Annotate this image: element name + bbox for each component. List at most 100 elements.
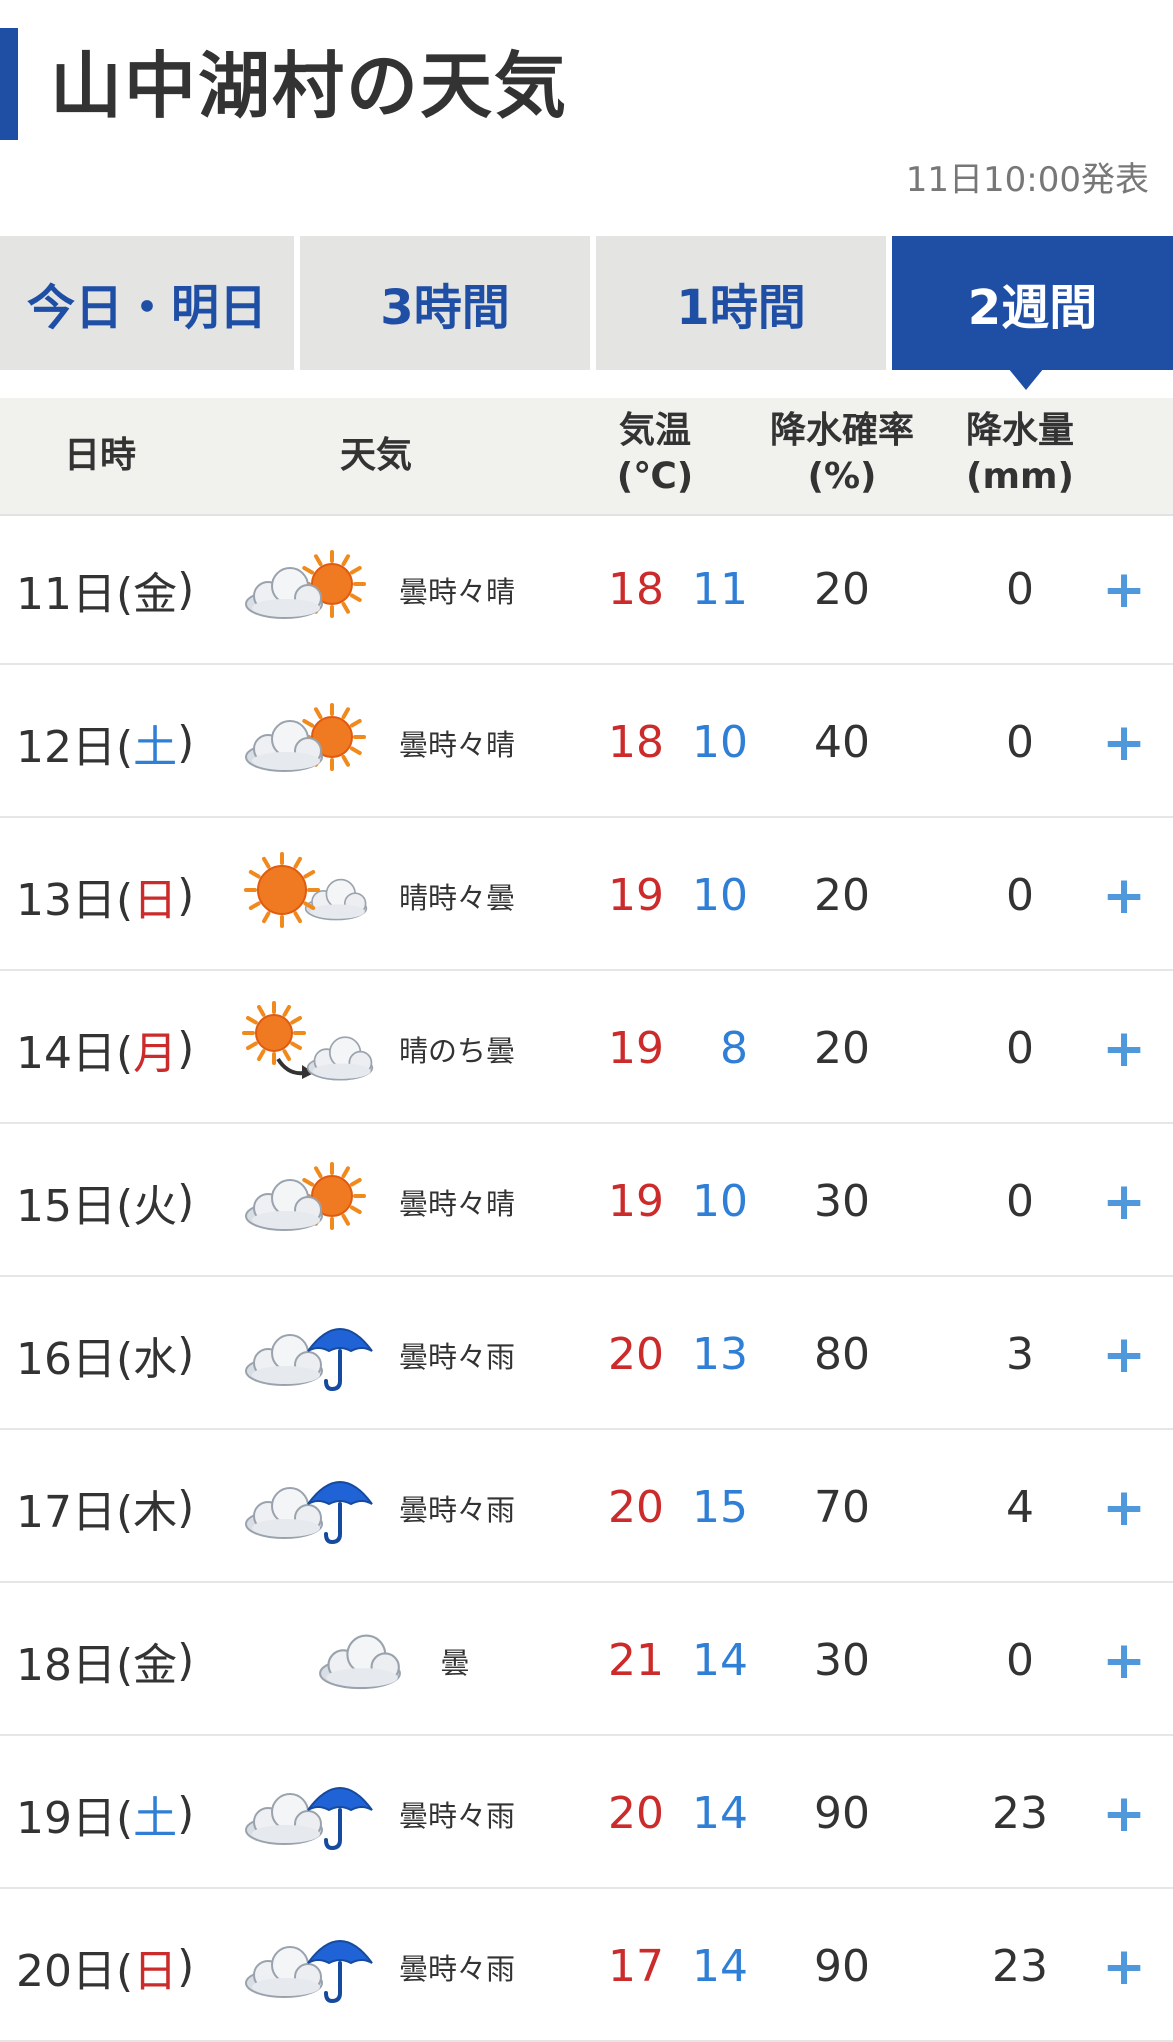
row-date-day: 12日( xyxy=(16,721,134,773)
issued-time: 11日10:00発表 xyxy=(905,160,1149,200)
row-date: 20日(日) xyxy=(16,1891,194,2042)
row-high-temp: 19 xyxy=(608,1023,664,1074)
row-precip-amount: 0 xyxy=(1006,1635,1034,1686)
row-high-temp: 20 xyxy=(608,1482,664,1533)
table-row: 18日(金) 曇 21 14 30 0 + xyxy=(0,1585,1173,1736)
row-precip-amount: 0 xyxy=(1006,1023,1034,1074)
row-weekday: 金 xyxy=(133,1639,178,1691)
row-expand-button[interactable]: + xyxy=(1094,514,1154,665)
title-bar: 山中湖村の天気 xyxy=(0,0,1173,160)
row-expand-button[interactable]: + xyxy=(1094,1585,1154,1736)
row-low-temp: 11 xyxy=(692,564,748,615)
row-date: 16日(水) xyxy=(16,1279,194,1430)
row-date: 11日(金) xyxy=(16,514,194,665)
row-high-temp: 18 xyxy=(608,564,664,615)
sunny-then-cloudy-icon xyxy=(240,973,380,1124)
row-expand-button[interactable]: + xyxy=(1094,973,1154,1124)
row-weather-text: 曇時々雨 xyxy=(398,1492,515,1527)
row-date-day: 14日( xyxy=(16,1027,134,1079)
row-date: 17日(木) xyxy=(16,1432,194,1583)
row-date-close: ) xyxy=(177,717,195,768)
header-amount: 降水量 (mm) xyxy=(950,408,1090,500)
row-precip-probability: 20 xyxy=(814,564,870,615)
row-expand-button[interactable]: + xyxy=(1094,1279,1154,1430)
row-high-temp: 19 xyxy=(608,1176,664,1227)
row-precip-amount: 0 xyxy=(1006,717,1034,768)
table-row: 16日(水) 曇時々雨 20 13 80 3 + xyxy=(0,1279,1173,1430)
tab-1hour[interactable]: 1時間 xyxy=(596,236,886,370)
page-title: 山中湖村の天気 xyxy=(50,44,569,128)
table-row: 11日(金) 曇時々晴 18 11 20 0 + xyxy=(0,514,1173,665)
row-weather-text: 曇時々晴 xyxy=(398,727,515,762)
header-pop: 降水確率 (%) xyxy=(762,408,922,500)
header-pop-unit: (%) xyxy=(807,456,877,497)
row-low-temp: 10 xyxy=(692,1176,748,1227)
row-date-close: ) xyxy=(177,1635,195,1686)
row-high-temp: 18 xyxy=(608,717,664,768)
row-weather-text: 曇時々晴 xyxy=(398,574,515,609)
row-precip-amount: 23 xyxy=(992,1941,1048,1992)
row-date-day: 18日( xyxy=(16,1639,134,1691)
row-expand-button[interactable]: + xyxy=(1094,1126,1154,1277)
table-header: 日時 天気 気温 (℃) 降水確率 (%) 降水量 (mm) xyxy=(0,398,1173,516)
row-weekday: 日 xyxy=(133,1945,178,1997)
tab-today-tomorrow[interactable]: 今日・明日 xyxy=(0,236,294,370)
row-precip-amount: 0 xyxy=(1006,870,1034,921)
cloudy-sometimes-sunny-icon xyxy=(240,1126,380,1277)
row-expand-button[interactable]: + xyxy=(1094,1891,1154,2042)
cloudy-sometimes-rain-icon xyxy=(240,1432,380,1583)
row-weather-text: 曇時々雨 xyxy=(398,1951,515,1986)
row-expand-button[interactable]: + xyxy=(1094,1738,1154,1889)
cloudy-sometimes-rain-icon xyxy=(240,1738,380,1889)
row-date-close: ) xyxy=(177,870,195,921)
row-weekday: 土 xyxy=(133,1792,178,1844)
row-weather-text: 晴時々曇 xyxy=(398,880,515,915)
row-low-temp: 14 xyxy=(692,1941,748,1992)
row-high-temp: 21 xyxy=(608,1635,664,1686)
row-precip-probability: 30 xyxy=(814,1635,870,1686)
row-low-temp: 15 xyxy=(692,1482,748,1533)
row-precip-probability: 90 xyxy=(814,1941,870,1992)
row-date: 15日(火) xyxy=(16,1126,194,1277)
row-high-temp: 19 xyxy=(608,870,664,921)
row-date-close: ) xyxy=(177,1329,195,1380)
row-precip-amount: 0 xyxy=(1006,1176,1034,1227)
active-tab-pointer xyxy=(1008,368,1044,390)
row-date-day: 17日( xyxy=(16,1486,134,1538)
row-date-day: 20日( xyxy=(16,1945,134,1997)
row-date: 12日(土) xyxy=(16,667,194,818)
table-row: 19日(土) 曇時々雨 20 14 90 23 + xyxy=(0,1738,1173,1889)
row-weather-text: 曇 xyxy=(440,1645,470,1680)
row-date: 19日(土) xyxy=(16,1738,194,1889)
table-row: 15日(火) 曇時々晴 19 10 30 0 + xyxy=(0,1126,1173,1277)
row-expand-button[interactable]: + xyxy=(1094,1432,1154,1583)
row-date-day: 11日( xyxy=(16,568,134,620)
row-precip-amount: 23 xyxy=(992,1788,1048,1839)
tab-3hour[interactable]: 3時間 xyxy=(300,236,590,370)
tab-2week[interactable]: 2週間 xyxy=(892,236,1173,370)
header-amount-unit: (mm) xyxy=(966,456,1074,497)
row-weather-text: 晴のち曇 xyxy=(398,1033,515,1068)
row-low-temp: 14 xyxy=(692,1635,748,1686)
row-date-close: ) xyxy=(177,1023,195,1074)
row-expand-button[interactable]: + xyxy=(1094,667,1154,818)
cloudy-sometimes-sunny-icon xyxy=(240,667,380,818)
row-expand-button[interactable]: + xyxy=(1094,820,1154,971)
table-row: 12日(土) 曇時々晴 18 10 40 0 + xyxy=(0,667,1173,818)
row-weekday: 金 xyxy=(133,568,178,620)
row-high-temp: 17 xyxy=(608,1941,664,1992)
row-weekday: 火 xyxy=(133,1180,178,1232)
row-high-temp: 20 xyxy=(608,1788,664,1839)
row-date-day: 19日( xyxy=(16,1792,134,1844)
row-weekday: 月 xyxy=(133,1027,178,1079)
row-precip-probability: 20 xyxy=(814,1023,870,1074)
table-row: 20日(日) 曇時々雨 17 14 90 23 + xyxy=(0,1891,1173,2042)
row-precip-probability: 20 xyxy=(814,870,870,921)
row-date-day: 15日( xyxy=(16,1180,134,1232)
row-precip-probability: 90 xyxy=(814,1788,870,1839)
row-weekday: 日 xyxy=(133,874,178,926)
table-row: 17日(木) 曇時々雨 20 15 70 4 + xyxy=(0,1432,1173,1583)
row-weather-text: 曇時々雨 xyxy=(398,1339,515,1374)
row-weather-text: 曇時々雨 xyxy=(398,1798,515,1833)
header-pop-label: 降水確率 xyxy=(769,410,914,451)
